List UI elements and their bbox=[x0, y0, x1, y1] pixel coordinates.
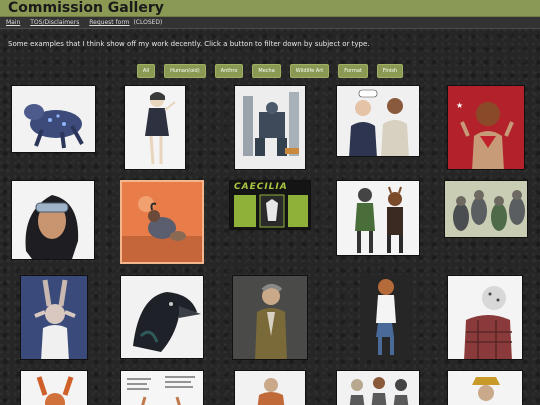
gallery-item-hat-character[interactable] bbox=[447, 370, 523, 405]
gallery-item-otters[interactable] bbox=[444, 180, 528, 238]
gallery-item-dog-character[interactable] bbox=[360, 275, 410, 360]
page-title: Commission Gallery bbox=[8, 0, 164, 16]
filter-anthro-button[interactable]: Anthro bbox=[214, 64, 244, 78]
gallery-item-worker[interactable] bbox=[234, 370, 306, 405]
top-nav: Main TOS/Disclaimers Request form (CLOSE… bbox=[0, 17, 540, 29]
anthro-pair-artwork-icon bbox=[355, 186, 403, 253]
goggles-girl-artwork-icon bbox=[25, 195, 79, 259]
gallery-item-maid-girl[interactable] bbox=[124, 85, 186, 170]
comic-panels-icon bbox=[234, 194, 308, 228]
gallery-item-goggles-girl[interactable] bbox=[11, 180, 95, 260]
filter-wildlife-button[interactable]: Wildlife Art bbox=[289, 64, 330, 78]
filter-all-button[interactable]: All bbox=[136, 64, 156, 78]
maid-artwork-icon bbox=[145, 92, 176, 165]
filter-format-button[interactable]: Format bbox=[338, 64, 368, 78]
otters-artwork-icon bbox=[453, 190, 525, 231]
two-men-artwork-icon bbox=[349, 89, 409, 156]
svg-text:★: ★ bbox=[456, 101, 463, 110]
gallery-item-rabbit[interactable] bbox=[20, 275, 88, 360]
nav-tos-link[interactable]: TOS/Disclaimers bbox=[30, 19, 79, 26]
gallery-item-sketch-comic[interactable] bbox=[120, 370, 204, 405]
gallery-item-anthro-pair[interactable] bbox=[336, 180, 420, 256]
filter-finish-button[interactable]: Finish bbox=[376, 64, 404, 78]
rabbit-artwork-icon bbox=[34, 279, 76, 359]
gallery-item-crow[interactable] bbox=[120, 275, 204, 359]
gallery-item-group[interactable] bbox=[336, 370, 420, 405]
filter-mecha-button[interactable]: Mecha bbox=[252, 64, 281, 78]
red-character-artwork-icon: ★ bbox=[456, 101, 514, 169]
worker-artwork-icon bbox=[257, 378, 285, 405]
gallery-item-mecha[interactable] bbox=[234, 85, 306, 170]
filter-bar: All Human(oid) Anthro Mecha Wildlife Art… bbox=[0, 64, 540, 78]
hat-character-artwork-icon bbox=[472, 377, 500, 401]
snow-leopard-artwork-icon bbox=[464, 286, 512, 359]
gallery-item-jacket-man[interactable] bbox=[232, 275, 308, 360]
mecha-artwork-icon bbox=[243, 92, 299, 156]
intro-text: Some examples that I think show off my w… bbox=[8, 40, 370, 48]
site-header: Commission Gallery bbox=[0, 0, 540, 17]
jacket-man-artwork-icon bbox=[255, 284, 287, 359]
crow-artwork-icon bbox=[133, 292, 201, 352]
gallery-item-caecilia-comic[interactable]: CAECILIA bbox=[229, 180, 311, 230]
nav-request-link[interactable]: Request form bbox=[89, 19, 129, 26]
gallery-item-hyena[interactable] bbox=[11, 85, 96, 153]
gallery-item-quail[interactable] bbox=[120, 180, 204, 264]
gallery-item-fox-bottom[interactable] bbox=[20, 370, 88, 405]
gallery-item-two-men[interactable] bbox=[336, 85, 420, 157]
dog-character-artwork-icon bbox=[376, 279, 396, 355]
gallery-item-snow-leopard[interactable] bbox=[447, 275, 523, 360]
group-artwork-icon bbox=[349, 377, 409, 405]
hyena-artwork-icon bbox=[24, 104, 84, 149]
fox-artwork-icon bbox=[36, 376, 74, 405]
gallery-item-red-character[interactable]: ★ bbox=[447, 85, 525, 170]
request-status: (CLOSED) bbox=[133, 19, 163, 26]
filter-humanoid-button[interactable]: Human(oid) bbox=[164, 64, 206, 78]
sketch-comic-artwork-icon bbox=[127, 376, 195, 405]
quail-artwork-icon bbox=[122, 196, 202, 262]
nav-main-link[interactable]: Main bbox=[6, 19, 20, 26]
